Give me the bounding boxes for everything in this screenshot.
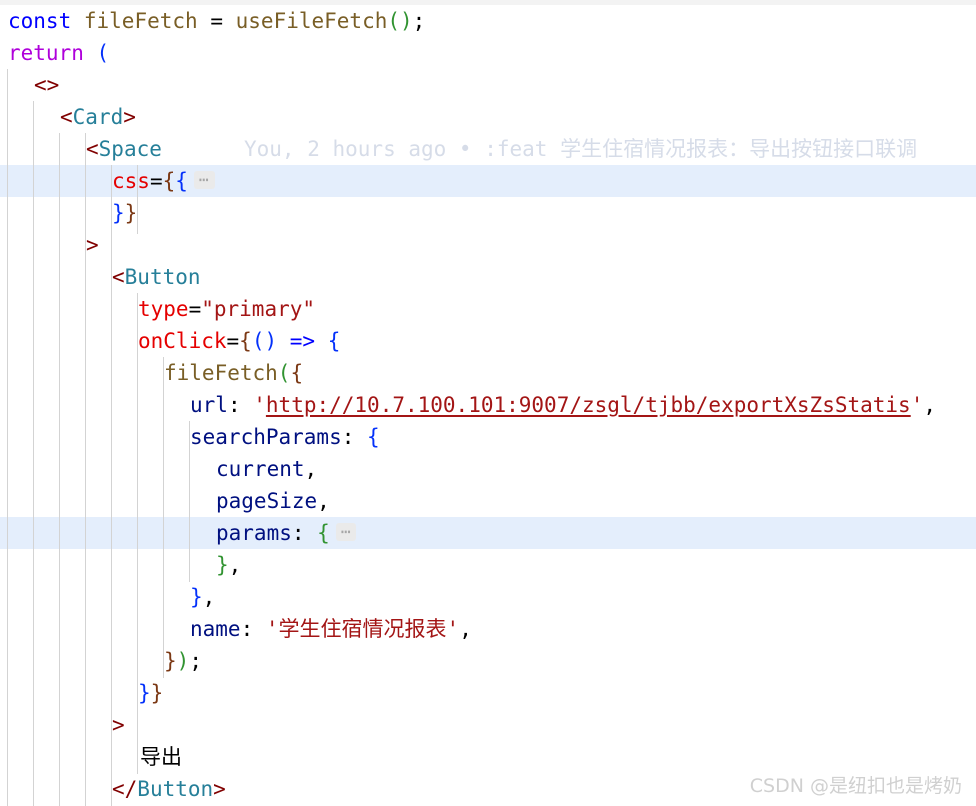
- code-line-24[interactable]: 导出: [140, 741, 182, 773]
- code-line-10[interactable]: type="primary": [138, 293, 315, 325]
- csdn-watermark: CSDN @是纽扣也是烤奶: [749, 775, 962, 797]
- code-line-15[interactable]: current,: [216, 453, 317, 485]
- code-line-2[interactable]: return (: [8, 37, 109, 69]
- code-editor[interactable]: You, 2 hours ago • :feat 学生住宿情况报表：导出按钮接口…: [0, 0, 976, 806]
- code-line-14[interactable]: searchParams: {: [190, 421, 380, 453]
- code-line-1[interactable]: const fileFetch = useFileFetch();: [8, 5, 425, 37]
- url-link[interactable]: http://10.7.100.101:9007/zsgl/tjbb/expor…: [266, 393, 911, 417]
- code-line-13[interactable]: url: 'http://10.7.100.101:9007/zsgl/tjbb…: [190, 389, 936, 421]
- code-line-12[interactable]: fileFetch({: [164, 357, 303, 389]
- code-line-5[interactable]: <Space: [86, 133, 162, 165]
- code-line-7[interactable]: }}: [112, 197, 137, 229]
- code-line-18[interactable]: },: [216, 549, 241, 581]
- code-line-11[interactable]: onClick={() => {: [138, 325, 340, 357]
- code-line-23[interactable]: >: [112, 709, 125, 741]
- fold-placeholder-css[interactable]: ⋯: [193, 171, 215, 189]
- report-name-string: 学生住宿情况报表: [278, 617, 447, 641]
- code-line-8[interactable]: >: [86, 229, 99, 261]
- code-line-22[interactable]: }}: [138, 677, 163, 709]
- code-line-20[interactable]: name: '学生住宿情况报表',: [190, 613, 472, 645]
- code-line-17[interactable]: params: {⋯: [216, 517, 357, 549]
- code-lines: const fileFetch = useFileFetch(); return…: [0, 0, 976, 806]
- code-line-3[interactable]: <>: [34, 69, 59, 101]
- code-line-19[interactable]: },: [190, 581, 215, 613]
- code-line-4[interactable]: <Card>: [60, 101, 136, 133]
- fold-placeholder-params[interactable]: ⋯: [335, 523, 357, 541]
- code-line-25[interactable]: </Button>: [112, 773, 226, 805]
- code-line-21[interactable]: });: [164, 645, 202, 677]
- code-line-9[interactable]: <Button: [112, 261, 201, 293]
- code-line-16[interactable]: pageSize,: [216, 485, 330, 517]
- code-line-6[interactable]: css={{⋯: [112, 165, 215, 197]
